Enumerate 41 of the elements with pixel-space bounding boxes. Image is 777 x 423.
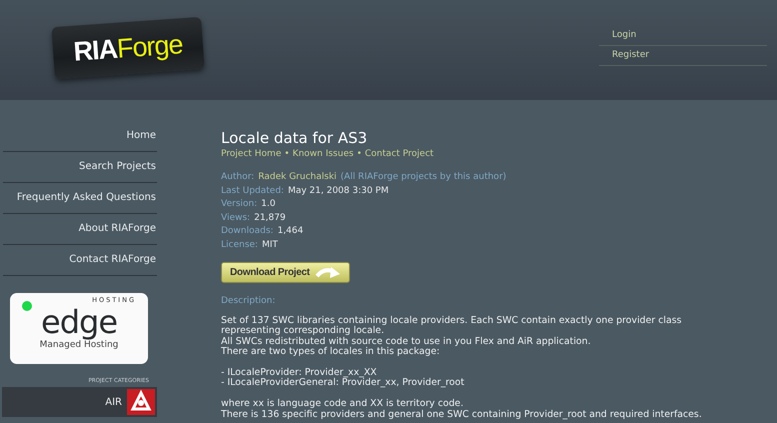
description-text: where xx is language code and XX is territory code. — [221, 399, 464, 410]
meta-label: Downloads: — [221, 226, 274, 236]
description-text: There are two types of locales in this package: — [221, 347, 441, 358]
meta-value: 1,464 — [277, 226, 304, 236]
dot-icon — [22, 301, 32, 311]
nav-link[interactable]: Frequently Asked Questions — [3, 183, 157, 214]
description-text: Set of 137 SWC libraries containing locale providers. Each SWC contain exactly one provider class representing corresponding locale. — [221, 316, 683, 336]
meta-value: 21,879 — [254, 212, 286, 222]
description-text: - ILocaleProvider: Provider_xx_XX — [221, 368, 377, 378]
nav-link[interactable]: Contact RIAForge — [3, 245, 157, 276]
description-text: There is 136 specific providers and general one SWC containing Provider_root and required interfaces. — [221, 410, 703, 420]
author-link[interactable]: Radek Gruchalski — [258, 172, 337, 182]
description-text: - ILocaleProviderGeneral: Provider_xx, Provider_root — [221, 378, 466, 390]
project-link[interactable]: Known Issues — [292, 149, 354, 159]
meta-label: Author: — [221, 172, 254, 182]
logo[interactable]: RIA Forge — [51, 16, 205, 80]
meta-label: Version: — [221, 199, 258, 209]
ad-tagline: Managed Hosting — [40, 340, 118, 350]
project-link[interactable]: Contact Project — [364, 149, 434, 159]
nav-link[interactable]: Home — [3, 121, 157, 152]
download-button[interactable]: Download Project — [221, 262, 350, 282]
nav-link[interactable]: Search Projects — [3, 152, 157, 183]
meta-label: License: — [221, 240, 258, 250]
category-item[interactable]: AIR — [2, 387, 157, 417]
curved-arrow-icon — [315, 266, 341, 278]
project-title: Locale data for AS3 — [221, 129, 368, 147]
project-link[interactable]: Project Home — [221, 149, 282, 159]
meta-label: Last Updated: — [221, 186, 284, 196]
account-link[interactable]: Register — [599, 46, 767, 66]
meta-value: MIT — [262, 240, 278, 250]
meta-value: 1.0 — [261, 199, 276, 209]
nav-link[interactable]: About RIAForge — [3, 214, 157, 245]
link-separator: • — [284, 149, 290, 159]
description-text: All SWCs redistributed with source code to use in you Flex and AiR application. — [221, 336, 592, 347]
ad-brand: edge — [41, 304, 117, 340]
air-logo-icon — [127, 389, 155, 415]
meta-label: Views: — [221, 212, 250, 222]
description-label: Description: — [221, 296, 276, 306]
link-separator: • — [356, 149, 362, 159]
meta-value: May 21, 2008 3:30 PM — [288, 186, 389, 196]
account-link[interactable]: Login — [599, 26, 767, 46]
